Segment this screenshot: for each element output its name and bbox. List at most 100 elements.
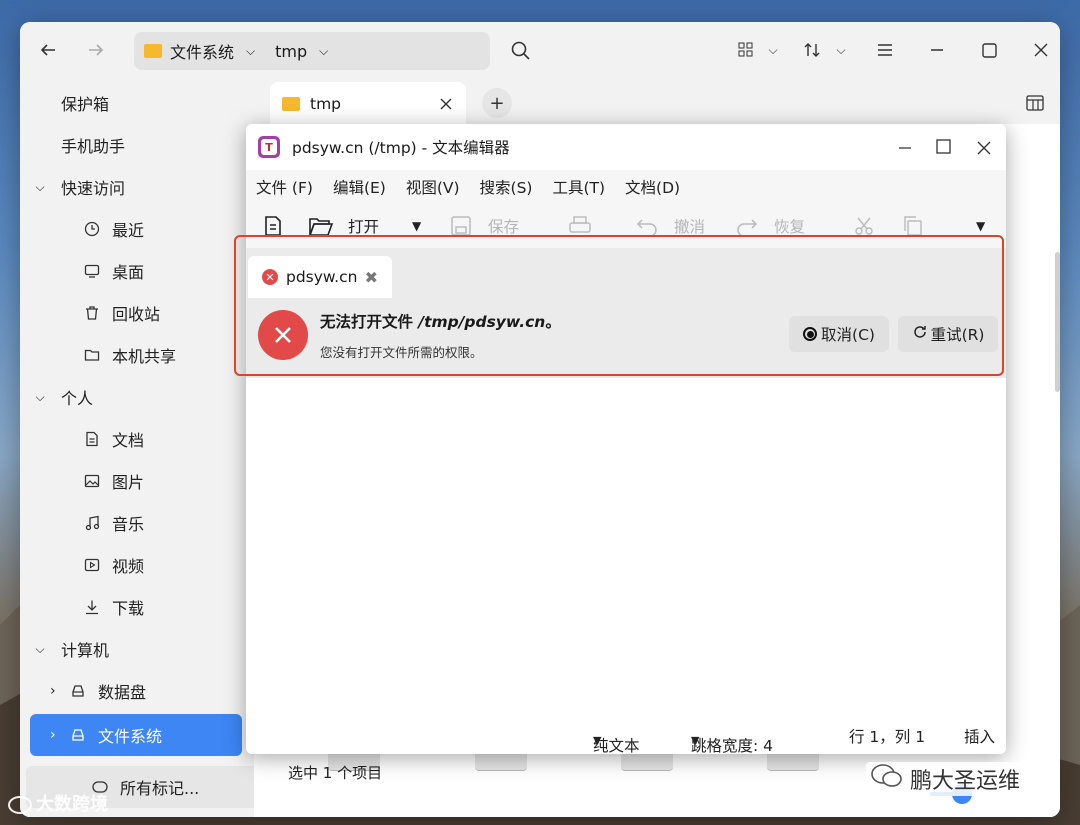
cursor-position: 行 1，列 1 [849,728,926,746]
text-editor-window: T pdsyw.cn (/tmp) - 文本编辑器 文件 (F) 编辑(E) 视… [246,124,1006,754]
open-recent-dropdown[interactable]: ▼ [412,204,421,248]
sidebar-item-local-share[interactable]: 本机共享 [30,334,242,376]
back-arrow-icon[interactable] [36,38,60,62]
sort-icon[interactable] [802,40,822,60]
file-item[interactable] [767,752,819,771]
sidebar-group-quick-access[interactable]: ⌵ 快速访问 [30,166,242,208]
cancel-label: 取消(C) [821,326,875,344]
chevron-down-icon[interactable]: ⌵ [764,40,782,60]
grid-view-icon[interactable] [736,40,756,60]
menu-file[interactable]: 文件 (F) [256,176,313,198]
sidebar-item-label: 数据盘 [98,683,147,702]
undo-button[interactable]: 撤消 [636,204,705,248]
document-tab-label: pdsyw.cn [286,268,358,286]
breadcrumb-root[interactable]: 文件系统 [170,39,234,63]
status-bar-text: 选中 1 个项目 [288,764,383,782]
chevron-down-icon[interactable]: ⌵ [246,44,255,59]
error-detail: 您没有打开文件所需的权限。 [320,345,483,360]
retry-button[interactable]: 重试(R) [898,316,998,352]
editor-menu-bar: 文件 (F) 编辑(E) 视图(V) 搜索(S) 工具(T) 文档(D) [246,170,1006,204]
close-icon[interactable] [440,95,452,114]
save-icon [451,216,471,236]
chevron-down-icon[interactable]: ⌵ [30,177,50,197]
sidebar-item-safe-box[interactable]: 保护箱 [30,82,242,124]
sidebar-item-desktop[interactable]: 桌面 [30,250,242,292]
file-item[interactable] [475,752,527,771]
address-bar[interactable]: 文件系统 ⌵ tmp ⌵ [134,32,490,70]
chevron-down-icon[interactable]: ⌵ [319,44,328,59]
copy-button[interactable] [902,204,924,248]
menu-document[interactable]: 文档(D) [625,176,680,198]
sidebar-item-trash[interactable]: 回收站 [30,292,242,334]
error-icon [258,310,308,360]
open-label: 打开 [348,218,380,236]
sidebar-item-documents[interactable]: 文档 [30,418,242,460]
chevron-right-icon[interactable]: › [50,683,64,699]
wechat-icon [870,763,904,795]
maximize-icon[interactable] [978,40,1000,60]
chevron-down-icon[interactable]: ⌵ [30,387,50,407]
print-button[interactable] [568,204,592,248]
editor-status-bar: 纯文本 ▼ 跳格宽度: 4 ▼ 行 1，列 1 插入 [246,716,1006,754]
cut-button[interactable] [854,204,874,248]
sidebar-item-label: 最近 [112,221,145,240]
close-icon[interactable] [1030,40,1052,60]
download-icon [82,597,102,617]
sidebar-item-music[interactable]: 音乐 [30,502,242,544]
file-item[interactable] [621,752,673,771]
sidebar-item-downloads[interactable]: 下载 [30,586,242,628]
chevron-down-icon[interactable]: ⌵ [30,639,50,659]
scissors-icon [855,217,873,235]
sidebar-item-label: 视频 [112,557,145,576]
sidebar-item-phone-assistant[interactable]: 手机助手 [30,124,242,166]
sidebar-item-data-disk[interactable]: › 数据盘 [30,670,242,712]
sidebar-item-file-system[interactable]: › 文件系统 [30,714,242,756]
close-icon[interactable]: ✖ [365,268,378,287]
columns-view-icon[interactable] [1024,92,1046,114]
watermark-right-text: 鹏大圣运维 [910,769,1021,794]
undo-icon [636,219,657,236]
breadcrumb-current[interactable]: tmp [275,42,307,61]
sidebar-group-personal[interactable]: ⌵ 个人 [30,376,242,418]
maximize-icon[interactable] [936,139,951,158]
sidebar-item-label: 手机助手 [61,137,126,156]
save-button[interactable]: 保存 [450,204,519,248]
menu-tools[interactable]: 工具(T) [552,176,605,198]
sidebar-group-computer[interactable]: ⌵ 计算机 [30,628,242,670]
search-icon[interactable] [510,40,532,62]
tab-width-label: 跳格宽度: 4 [691,737,774,754]
sidebar-item-label: 保护箱 [61,95,110,114]
new-document-button[interactable] [262,204,284,248]
sidebar-item-videos[interactable]: 视频 [30,544,242,586]
radio-dot-icon [803,327,818,341]
document-tab[interactable]: ✕ pdsyw.cn ✖ [248,256,392,298]
open-button[interactable]: 打开 [308,204,379,248]
toolbar-overflow-dropdown[interactable]: ▼ [976,204,985,248]
menu-edit[interactable]: 编辑(E) [333,176,386,198]
add-tab-icon[interactable]: + [482,88,512,118]
menu-icon[interactable] [874,40,896,60]
editor-title-bar: T pdsyw.cn (/tmp) - 文本编辑器 [246,124,1006,170]
redo-button[interactable]: 恢复 [736,204,805,248]
menu-search[interactable]: 搜索(S) [480,176,533,198]
minimize-icon[interactable] [926,40,948,60]
menu-view[interactable]: 视图(V) [406,176,460,198]
watermark-left: 大数跨境 [8,790,108,816]
editor-text-area[interactable] [246,378,1006,716]
text-editor-app-icon: T [258,136,280,158]
sidebar-item-pictures[interactable]: 图片 [30,460,242,502]
tab-tmp[interactable]: tmp [270,82,466,126]
sidebar-item-recent[interactable]: 最近 [30,208,242,250]
close-icon[interactable] [977,140,991,159]
minimize-icon[interactable] [898,140,912,159]
chevron-down-icon[interactable]: ⌵ [832,40,850,60]
chevron-right-icon[interactable]: › [50,727,64,743]
refresh-icon [912,324,928,344]
watermark-left-text: 大数跨境 [36,794,108,815]
drive-icon [68,725,88,745]
cancel-button[interactable]: 取消(C) [789,316,889,352]
scrollbar[interactable] [1055,252,1060,392]
sidebar-item-label: 快速访问 [61,179,126,198]
forward-arrow-icon[interactable] [84,38,108,62]
insert-mode[interactable]: 插入 [964,725,995,747]
